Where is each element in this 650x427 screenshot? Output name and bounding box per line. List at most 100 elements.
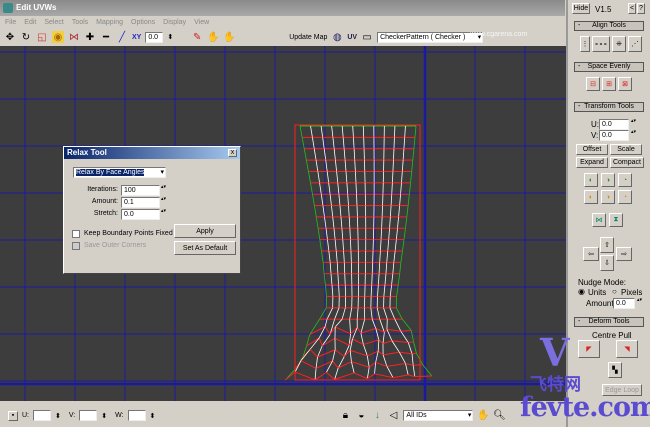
freeform-icon[interactable]: ◉: [52, 31, 64, 43]
v-offset-field[interactable]: 0.0: [599, 130, 629, 141]
units-radio[interactable]: ◉: [578, 287, 585, 296]
flip-c-icon[interactable]: ◔: [618, 190, 632, 204]
mesh-edge: [315, 216, 319, 229]
iterations-field[interactable]: 100: [121, 185, 160, 196]
u-field[interactable]: [33, 410, 51, 421]
offset-button[interactable]: Offset: [576, 144, 608, 155]
close-button[interactable]: x: [228, 149, 237, 157]
compact-button[interactable]: Compact: [610, 157, 644, 168]
rotate-icon[interactable]: ↻: [20, 31, 32, 43]
u-offset-field[interactable]: 0.0: [599, 119, 629, 130]
align-cross-icon[interactable]: ⁜: [612, 36, 626, 52]
amount-spinner[interactable]: ▴▾: [161, 197, 166, 207]
flip-a-icon[interactable]: ◐: [584, 190, 598, 204]
rotate-cw-icon[interactable]: ◑: [601, 173, 615, 187]
menu-tools[interactable]: Tools: [72, 19, 88, 26]
mirror-vertical-icon[interactable]: ⧗: [609, 213, 623, 227]
amount-field[interactable]: 0.1: [121, 197, 160, 208]
save-outer-checkbox[interactable]: [72, 242, 80, 250]
menu-options[interactable]: Options: [131, 19, 155, 26]
menu-mapping[interactable]: Mapping: [96, 19, 123, 26]
deform-tools-rollout[interactable]: - Deform Tools: [574, 317, 644, 327]
properties-icon[interactable]: ▭: [361, 31, 373, 43]
flip-b-icon[interactable]: ◑: [601, 190, 615, 204]
xy-toggle[interactable]: XY: [132, 34, 141, 41]
menu-select[interactable]: Select: [44, 19, 63, 26]
mesh-edge: [363, 344, 368, 357]
break-icon[interactable]: ╱: [116, 31, 128, 43]
menu-file[interactable]: File: [5, 19, 16, 26]
uv-toggle[interactable]: UV: [347, 34, 357, 41]
show-map-icon[interactable]: ◍: [331, 31, 343, 43]
set-as-default-button[interactable]: Set As Default: [174, 241, 236, 255]
nudge-down-button[interactable]: ⇩: [600, 255, 614, 271]
nudge-right-button[interactable]: ⇨: [616, 247, 632, 261]
pan-icon[interactable]: ✋: [207, 31, 219, 43]
expand-selection-icon[interactable]: ✚: [84, 31, 96, 43]
menu-display[interactable]: Display: [163, 19, 186, 26]
align-vertical-icon[interactable]: ⋮: [580, 36, 590, 52]
space-vertical-icon[interactable]: ⊞: [602, 77, 616, 91]
mesh-edge: [407, 342, 413, 355]
mesh-edge: [397, 273, 401, 286]
menu-view[interactable]: View: [194, 19, 209, 26]
iterations-spinner[interactable]: ▴▾: [161, 185, 166, 195]
apply-button[interactable]: Apply: [174, 224, 236, 238]
move-icon[interactable]: ✥: [4, 31, 16, 43]
mesh-edge: [322, 205, 325, 217]
stretch-spinner[interactable]: ▴▾: [161, 209, 166, 219]
space-grid-icon[interactable]: ⊠: [618, 77, 632, 91]
scale-icon[interactable]: ◱: [36, 31, 48, 43]
pixels-radio[interactable]: ○: [612, 287, 617, 296]
update-map-button[interactable]: Update Map: [289, 34, 327, 41]
v-field[interactable]: [79, 410, 98, 421]
zoom-icon[interactable]: 🔍︎: [493, 410, 506, 422]
transform-tools-rollout[interactable]: - Transform Tools: [574, 102, 644, 112]
rotate-90-icon[interactable]: ◔: [618, 173, 632, 187]
mirror-icon[interactable]: ⋈: [68, 31, 80, 43]
relax-mode-dropdown[interactable]: Relax By Face Angles ▾: [73, 167, 166, 178]
back-button[interactable]: <: [628, 3, 636, 14]
help-button[interactable]: ?: [637, 3, 645, 14]
amount-spinner[interactable]: ▴▾: [637, 298, 642, 308]
absolute-mode-icon[interactable]: ▪: [8, 410, 18, 421]
hide-icon[interactable]: ◒: [355, 410, 367, 422]
align-tools-rollout[interactable]: - Align Tools: [574, 21, 644, 31]
nudge-up-button[interactable]: ⇧: [600, 237, 614, 253]
space-evenly-rollout[interactable]: - Space Evenly: [574, 62, 644, 72]
mirror-horizontal-icon[interactable]: ⋈: [592, 213, 606, 227]
soft-select-icon[interactable]: ↓: [371, 410, 383, 422]
stretch-field[interactable]: 0.0: [121, 209, 160, 220]
lock-selection-icon[interactable]: 🔒︎: [339, 410, 351, 422]
u-spinner[interactable]: ▴▾: [631, 119, 636, 129]
weld-icon[interactable]: ✎: [191, 31, 203, 43]
space-horizontal-icon[interactable]: ⊟: [586, 77, 600, 91]
mesh-edge: [329, 194, 332, 206]
contract-selection-icon[interactable]: ━: [100, 31, 112, 43]
w-spinner[interactable]: ⬍: [150, 412, 156, 420]
align-horizontal-icon[interactable]: ∘∘∘: [592, 36, 610, 52]
lock-icon[interactable]: ✋: [223, 31, 235, 43]
hide-button[interactable]: Hide: [572, 3, 590, 14]
align-diagonal-icon[interactable]: ⋰: [628, 36, 642, 52]
relax-mode-value: Relax By Face Angles: [76, 169, 145, 176]
value-field[interactable]: 0.0: [145, 31, 164, 43]
value-spinner[interactable]: ⬍: [167, 33, 173, 41]
expand-button[interactable]: Expand: [576, 157, 608, 168]
keep-boundary-checkbox[interactable]: [72, 230, 80, 238]
rotate-ccw-icon[interactable]: ◐: [584, 173, 598, 187]
v-spinner[interactable]: ⬍: [101, 412, 107, 420]
nudge-amount-field[interactable]: 0.0: [613, 298, 635, 309]
nudge-left-button[interactable]: ⇦: [583, 247, 599, 261]
texture-dropdown[interactable]: CheckerPattern ( Checker ) ▾: [377, 31, 484, 43]
v-spinner[interactable]: ▴▾: [631, 130, 636, 140]
scale-button[interactable]: Scale: [610, 144, 642, 155]
filter-icon[interactable]: ◁: [387, 410, 399, 422]
ids-dropdown[interactable]: All IDs ▾: [403, 410, 474, 421]
mesh-edge: [332, 216, 335, 229]
space-evenly-label: Space Evenly: [587, 63, 631, 70]
menu-edit[interactable]: Edit: [24, 19, 36, 26]
w-field[interactable]: [127, 410, 146, 421]
pan-icon[interactable]: ✋: [477, 410, 489, 422]
u-spinner[interactable]: ⬍: [55, 412, 61, 420]
